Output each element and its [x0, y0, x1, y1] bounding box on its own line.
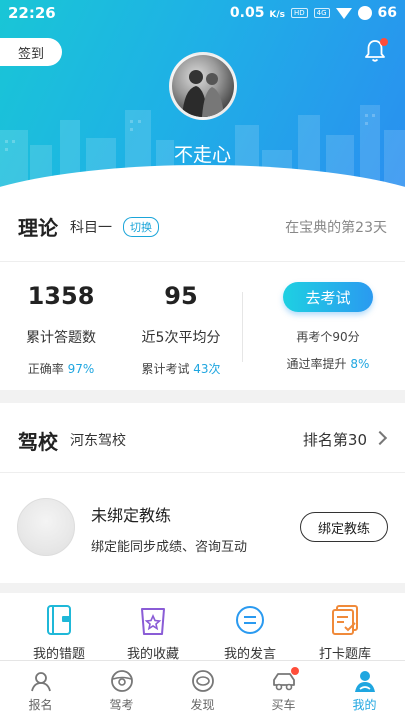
wifi-icon	[335, 7, 352, 19]
network-speed: 0.05 K/s	[229, 5, 285, 21]
average-score-label: 近5次平均分	[141, 330, 221, 346]
status-time: 22:26	[8, 4, 56, 22]
discover-icon	[191, 670, 214, 692]
theory-title: 理论	[18, 216, 58, 240]
theory-stats: 1358 累计答题数 正确率 97% 95 近5次平均分 累计考试 43次 去考…	[0, 262, 405, 390]
subject-label: 科目一	[70, 220, 112, 236]
tab-label: 驾考	[109, 698, 134, 712]
network-type-icon: 4G	[313, 8, 330, 18]
feature-checkin-bank[interactable]: 打卡题库	[305, 603, 385, 663]
next-target: 再考个90分	[296, 330, 360, 344]
feature-favorites[interactable]: 我的收藏	[113, 603, 193, 663]
answered-count: 1358	[27, 282, 95, 310]
tab-buy-car[interactable]: 买车	[243, 661, 324, 720]
bottom-tab-bar: 报名 驾考 发现 买车 我的	[0, 660, 405, 720]
buy-car-badge	[291, 667, 299, 675]
notebook-icon	[47, 605, 71, 635]
tab-label: 发现	[190, 698, 215, 712]
profile-icon	[354, 671, 375, 692]
school-rank: 排名第30	[302, 431, 367, 449]
battery-level: 66	[377, 5, 397, 21]
checklist-icon	[332, 605, 358, 635]
signup-icon	[30, 672, 51, 692]
battery-icon	[357, 6, 372, 20]
steering-wheel-icon	[110, 670, 133, 692]
notification-badge	[380, 38, 388, 46]
username: 不走心	[173, 144, 231, 166]
tab-driving-test[interactable]: 驾考	[81, 661, 162, 720]
feature-grid: 我的错题 我的收藏 我的发言 打卡题库	[0, 593, 405, 663]
tab-profile[interactable]: 我的	[324, 661, 405, 720]
chevron-right-icon	[372, 430, 388, 446]
status-bar: 22:26 0.05 K/s HD 4G 66	[0, 0, 405, 26]
take-exam-button[interactable]: 去考试	[283, 282, 373, 312]
coach-card: 未绑定教练 绑定能同步成绩、咨询互动 绑定教练	[0, 473, 405, 583]
exam-count-stat: 累计考试 43次	[141, 362, 221, 376]
chat-icon	[236, 606, 264, 634]
stats-divider	[242, 292, 243, 362]
tab-discover[interactable]: 发现	[162, 661, 243, 720]
pass-rate-stat: 通过率提升 8%	[286, 357, 370, 371]
tab-label: 报名	[28, 698, 53, 712]
average-score: 95	[164, 282, 198, 310]
tab-signup[interactable]: 报名	[0, 661, 81, 720]
coach-status: 未绑定教练	[91, 506, 172, 525]
days-in-app: 在宝典的第23天	[285, 220, 387, 236]
theory-section-header: 理论 科目一 切换 在宝典的第23天	[0, 190, 405, 262]
volte-icon: HD	[290, 8, 308, 18]
coach-avatar	[17, 498, 75, 556]
feature-wrong-questions[interactable]: 我的错题	[19, 603, 99, 663]
tab-label: 买车	[271, 698, 296, 712]
switch-subject-button[interactable]: 切换	[123, 217, 159, 237]
user-avatar[interactable]	[169, 52, 237, 120]
feature-my-posts[interactable]: 我的发言	[210, 603, 290, 663]
tab-label: 我的	[352, 698, 377, 712]
star-bag-icon	[141, 608, 165, 635]
school-title: 驾校	[18, 430, 58, 454]
header-curve	[0, 165, 405, 190]
bind-coach-button[interactable]: 绑定教练	[300, 512, 388, 542]
signin-button[interactable]: 签到	[0, 38, 62, 66]
coach-description: 绑定能同步成绩、咨询互动	[91, 540, 248, 555]
driving-school-row[interactable]: 驾校 河东驾校 排名第30	[0, 403, 405, 473]
notification-bell-icon[interactable]	[362, 38, 388, 64]
school-name: 河东驾校	[70, 433, 126, 449]
